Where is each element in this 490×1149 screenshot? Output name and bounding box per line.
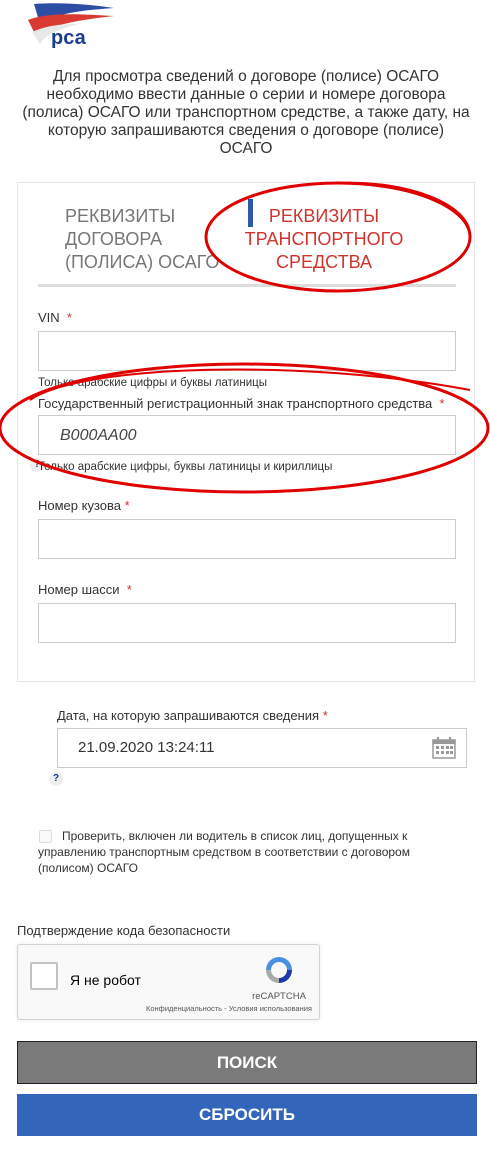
tab-vehicle-line-3: СРЕДСТВА — [275, 252, 372, 272]
date-required-mark: * — [322, 708, 328, 723]
reset-button[interactable]: СБРОСИТЬ — [17, 1094, 477, 1136]
vin-hint: Только арабские цифры и буквы латиницы — [38, 377, 267, 389]
chassis-number-label: Номер шасси * — [38, 582, 132, 597]
captcha-title: Подтверждение кода безопасности — [17, 923, 231, 938]
recaptcha-brand: reCAPTCHA — [252, 991, 306, 1002]
plate-input[interactable]: В000АА00 — [38, 415, 456, 455]
plate-required-mark: * — [439, 396, 445, 411]
tab-vehicle-line-2: ТРАНСПОРТНОГО — [244, 229, 404, 249]
tab-vehicle-line-1: РЕКВИЗИТЫ — [268, 206, 380, 226]
vin-input[interactable] — [38, 331, 456, 371]
tab-policy-line-2: ДОГОВОРА — [65, 229, 163, 249]
body-required-mark: * — [124, 498, 130, 513]
body-number-label: Номер кузова * — [38, 498, 130, 513]
plate-input-value: В000АА00 — [60, 427, 137, 444]
intro-text: Для просмотра сведений о договоре (полис… — [22, 68, 470, 157]
vin-required-mark: * — [66, 310, 72, 325]
chassis-number-input[interactable] — [38, 603, 456, 643]
search-button[interactable]: ПОИСК — [17, 1041, 477, 1084]
rsa-logo: рса — [18, 2, 118, 49]
plate-label: Государственный регистрационный знак тра… — [38, 396, 445, 411]
calendar-icon[interactable] — [432, 737, 456, 759]
plate-hint: Только арабские цифры, буквы латиницы и … — [38, 461, 333, 473]
tab-policy-line-3: (ПОЛИСА) ОСАГО — [65, 252, 220, 272]
driver-checkbox-label: Проверить, включен ли водитель в список … — [38, 829, 410, 875]
date-help-icon[interactable]: ? — [49, 772, 63, 786]
tabs-divider — [38, 284, 456, 287]
tab-policy-line-1: РЕКВИЗИТЫ — [65, 206, 176, 226]
logo-text: рса — [51, 27, 87, 48]
date-label: Дата, на которую запрашиваются сведения … — [57, 708, 328, 723]
vin-label: VIN * — [38, 310, 72, 325]
recaptcha-logo-icon — [263, 954, 295, 986]
date-input-value: 21.09.2020 13:24:11 — [78, 739, 215, 756]
recaptcha-label: Я не робот — [70, 972, 141, 988]
tab-policy-details[interactable]: РЕКВИЗИТЫ ДОГОВОРА (ПОЛИСА) ОСАГО — [65, 205, 219, 274]
recaptcha-checkbox[interactable] — [30, 962, 58, 990]
chassis-required-mark: * — [126, 582, 132, 597]
recaptcha-links[interactable]: Конфиденциальность - Условия использован… — [120, 1004, 312, 1013]
body-number-input[interactable] — [38, 519, 456, 559]
date-input[interactable]: 21.09.2020 13:24:11 — [57, 728, 467, 768]
tab-vehicle-details[interactable]: РЕКВИЗИТЫ ТРАНСПОРТНОГО СРЕДСТВА — [236, 205, 412, 274]
